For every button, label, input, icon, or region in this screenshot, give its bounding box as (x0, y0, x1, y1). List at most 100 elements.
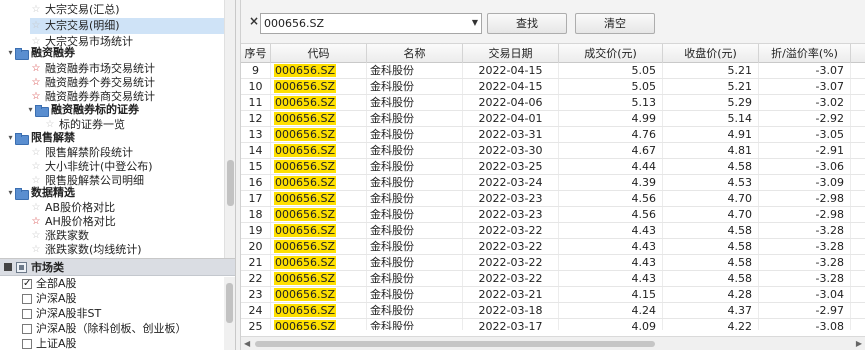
code-highlight: 000656.SZ (274, 320, 337, 330)
checkbox[interactable] (22, 338, 32, 349)
table-row[interactable]: 12 000656.SZ 金科股份 2022-04-01 4.99 5.14 -2.92 (241, 111, 865, 127)
code-combobox[interactable]: ▼ (260, 13, 482, 34)
column-header-index[interactable]: 序号 (241, 44, 271, 63)
table-row[interactable]: 19 000656.SZ 金科股份 2022-03-22 4.43 4.58 -3.28 (241, 223, 865, 239)
table-row[interactable]: 16 000656.SZ 金科股份 2022-03-24 4.39 4.53 -3.09 (241, 175, 865, 191)
cell-close-price: 4.70 (663, 191, 759, 206)
cell-trade-date: 2022-03-22 (463, 255, 559, 270)
close-icon[interactable]: × (249, 14, 259, 28)
column-header-trade-date[interactable]: 交易日期 (463, 44, 559, 63)
table-row[interactable]: 18 000656.SZ 金科股份 2022-03-23 4.56 4.70 -2.98 (241, 207, 865, 223)
cell-name: 金科股份 (367, 63, 463, 78)
cell-trade-price: 4.43 (559, 223, 663, 238)
tree-folder-margin-target-securities[interactable]: ▾ 融资融券标的证券 (26, 102, 139, 118)
checkbox[interactable] (22, 293, 32, 304)
cell-premium-rate: -3.09 (759, 175, 851, 190)
market-item-sh-a[interactable]: 上证A股 (0, 336, 235, 350)
cell-code: 000656.SZ (271, 271, 367, 286)
code-input[interactable] (261, 14, 461, 33)
market-item-sh-sz-a-non-st[interactable]: 沪深A股非ST (0, 306, 235, 321)
cell-index: 21 (241, 255, 271, 270)
cell-close-price: 4.53 (663, 175, 759, 190)
cell-trade-price: 4.43 (559, 255, 663, 270)
cell-index: 11 (241, 95, 271, 110)
cell-premium-rate: -3.28 (759, 223, 851, 238)
table-row[interactable]: 17 000656.SZ 金科股份 2022-03-23 4.56 4.70 -2.98 (241, 191, 865, 207)
scrollbar-thumb[interactable] (226, 283, 233, 323)
tree-item-block-trade-summary[interactable]: ☆ 大宗交易(汇总) (30, 2, 120, 18)
tree-folder-restricted-release[interactable]: ▾ 限售解禁 (6, 130, 75, 146)
cell-code: 000656.SZ (271, 319, 367, 330)
expand-arrow-icon[interactable]: ▾ (26, 102, 35, 118)
checkbox[interactable] (22, 308, 32, 319)
table-row[interactable]: 13 000656.SZ 金科股份 2022-03-31 4.76 4.91 -3.05 (241, 127, 865, 143)
cell-premium-rate: -2.92 (759, 111, 851, 126)
cell-code: 000656.SZ (271, 303, 367, 318)
search-button[interactable]: 查找 (487, 13, 567, 34)
table-row[interactable]: 10 000656.SZ 金科股份 2022-04-15 5.05 5.21 -3.07 (241, 79, 865, 95)
market-item-sh-sz-a-excl-star-gem[interactable]: 沪深A股（除科创板、创业板） (0, 321, 235, 336)
cell-index: 18 (241, 207, 271, 222)
cell-premium-rate: -3.02 (759, 95, 851, 110)
right-panel: × ▼ 查找 清空 序号 代码 名称 交易日期 成交价(元) 收盘价(元) 折/… (241, 0, 865, 350)
table-row[interactable]: 11 000656.SZ 金科股份 2022-04-06 5.13 5.29 -3.02 (241, 95, 865, 111)
cell-index: 13 (241, 127, 271, 142)
expand-arrow-icon[interactable]: ▾ (6, 130, 15, 146)
table-row[interactable]: 20 000656.SZ 金科股份 2022-03-22 4.43 4.58 -3.28 (241, 239, 865, 255)
table-row[interactable]: 21 000656.SZ 金科股份 2022-03-22 4.43 4.58 -3.28 (241, 255, 865, 271)
tree-item-advance-decline-ma[interactable]: ☆ 涨跌家数(均线统计) (30, 242, 142, 258)
cell-premium-rate: -3.28 (759, 239, 851, 254)
column-header-premium-rate[interactable]: 折/溢价率(%) (759, 44, 851, 63)
tree-folder-margin-trading[interactable]: ▾ 融资融券 (6, 45, 75, 61)
expand-arrow-icon[interactable]: ▾ (6, 185, 15, 201)
tree-folder-data-selection[interactable]: ▾ 数据精选 (6, 185, 75, 201)
market-item-sh-sz-a[interactable]: 沪深A股 (0, 291, 235, 306)
scrollbar-thumb[interactable] (255, 341, 655, 347)
collapse-toggle-icon[interactable] (4, 263, 12, 271)
cell-index: 10 (241, 79, 271, 94)
table-row[interactable]: 15 000656.SZ 金科股份 2022-03-25 4.44 4.58 -3.06 (241, 159, 865, 175)
cell-premium-rate: -3.28 (759, 255, 851, 270)
column-header-code[interactable]: 代码 (271, 44, 367, 63)
scrollbar-thumb[interactable] (227, 160, 234, 206)
table-row[interactable]: 22 000656.SZ 金科股份 2022-03-22 4.43 4.58 -3.28 (241, 271, 865, 287)
cell-trade-date: 2022-03-23 (463, 191, 559, 206)
cell-close-price: 4.28 (663, 287, 759, 302)
tree-item-block-trade-detail[interactable]: ☆ 大宗交易(明细) (30, 18, 224, 34)
code-highlight: 000656.SZ (274, 80, 337, 93)
column-header-trade-price[interactable]: 成交价(元) (559, 44, 663, 63)
scroll-left-arrow-icon[interactable]: ◀ (244, 339, 250, 348)
market-vertical-scrollbar[interactable] (224, 277, 235, 350)
market-item-all-a[interactable]: ✓ 全部A股 (0, 276, 235, 291)
cell-trade-price: 4.43 (559, 271, 663, 286)
checkbox[interactable] (22, 323, 32, 334)
cell-code: 000656.SZ (271, 191, 367, 206)
market-header[interactable]: 市场类 (0, 259, 235, 276)
code-highlight: 000656.SZ (274, 208, 337, 221)
code-highlight: 000656.SZ (274, 192, 337, 205)
table-horizontal-scrollbar[interactable]: ◀ ▶ (241, 336, 865, 350)
cell-name: 金科股份 (367, 287, 463, 302)
expand-arrow-icon[interactable]: ▾ (6, 45, 15, 61)
cell-index: 14 (241, 143, 271, 158)
dropdown-arrow-icon[interactable]: ▼ (472, 18, 478, 27)
table-row[interactable]: 9 000656.SZ 金科股份 2022-04-15 5.05 5.21 -3.07 (241, 63, 865, 79)
tree-vertical-scrollbar[interactable] (224, 0, 235, 258)
table-row[interactable]: 25 000656.SZ 金科股份 2022-03-17 4.09 4.22 -3.08 (241, 319, 865, 330)
checkbox-checked[interactable]: ✓ (22, 278, 32, 289)
cell-close-price: 4.58 (663, 255, 759, 270)
table-row[interactable]: 24 000656.SZ 金科股份 2022-03-18 4.24 4.37 -2.97 (241, 303, 865, 319)
star-icon: ☆ (31, 4, 41, 15)
clear-button[interactable]: 清空 (575, 13, 655, 34)
table-row[interactable]: 14 000656.SZ 金科股份 2022-03-30 4.67 4.81 -2.91 (241, 143, 865, 159)
cell-trade-price: 4.67 (559, 143, 663, 158)
table-row[interactable]: 23 000656.SZ 金科股份 2022-03-21 4.15 4.28 -3.04 (241, 287, 865, 303)
function-tree: ☆ 大宗交易(汇总) ☆ 大宗交易(明细) ☆ 大宗交易市场统计 ▾ 融资融券 … (0, 0, 224, 258)
cell-close-price: 4.58 (663, 271, 759, 286)
column-header-close-price[interactable]: 收盘价(元) (663, 44, 759, 63)
cell-index: 24 (241, 303, 271, 318)
scroll-right-arrow-icon[interactable]: ▶ (856, 339, 862, 348)
code-highlight: 000656.SZ (274, 304, 337, 317)
column-header-name[interactable]: 名称 (367, 44, 463, 63)
cell-trade-date: 2022-03-25 (463, 159, 559, 174)
